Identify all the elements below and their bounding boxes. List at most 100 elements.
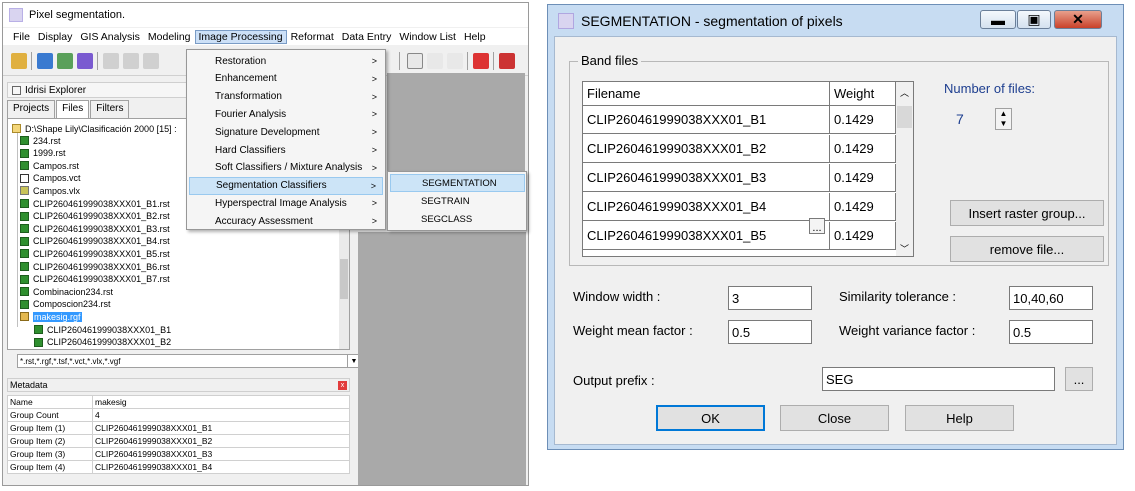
tree-item-label: 1999.rst: [33, 148, 66, 159]
number-of-files-stepper[interactable]: ▲ ▼: [995, 108, 1012, 130]
menu-item-enhancement[interactable]: Enhancement >: [189, 70, 383, 88]
help-button[interactable]: Help: [905, 405, 1014, 431]
weight-mean-factor-input[interactable]: 0.5: [728, 320, 812, 344]
stepper-up-icon[interactable]: ▲: [996, 109, 1011, 119]
grid-cell-weight[interactable]: 0.1429: [830, 164, 896, 192]
menu-item-hard-classifiers[interactable]: Hard Classifiers >: [189, 141, 383, 159]
similarity-tolerance-input[interactable]: 10,40,60: [1009, 286, 1093, 310]
ok-button[interactable]: OK: [656, 405, 765, 431]
window-icon[interactable]: [143, 53, 159, 69]
tree-item[interactable]: CLIP260461999038XXX01_B1: [34, 324, 171, 335]
menu-item-accuracy-assessment[interactable]: Accuracy Assessment >: [189, 212, 383, 230]
layer-icon[interactable]: [77, 53, 93, 69]
grid-cell-filename[interactable]: CLIP260461999038XXX01_B4: [583, 193, 830, 221]
grid-header-filename[interactable]: Filename: [583, 82, 830, 106]
tree-item[interactable]: 1999.rst: [20, 148, 66, 159]
zoom-in-icon[interactable]: [103, 53, 119, 69]
open-icon[interactable]: [11, 53, 27, 69]
tree-item-label: Campos.rst: [33, 160, 80, 171]
browse-file-button[interactable]: ...: [809, 218, 825, 234]
histogram-icon[interactable]: [499, 53, 515, 69]
menu-file[interactable]: File: [9, 30, 34, 44]
stepper-down-icon[interactable]: ▼: [996, 119, 1011, 129]
tab-files[interactable]: Files: [56, 100, 90, 118]
menu-data-entry[interactable]: Data Entry: [338, 30, 396, 44]
submenu-item-segtrain[interactable]: SEGTRAIN: [390, 192, 525, 210]
tree-item[interactable]: Composcion234.rst: [20, 299, 111, 310]
crosshair-icon[interactable]: [407, 53, 423, 69]
tree-item[interactable]: CLIP260461999038XXX01_B3.rst: [20, 223, 170, 234]
menu-display[interactable]: Display: [34, 30, 76, 44]
chevron-up-icon[interactable]: ︿: [896, 86, 913, 99]
grid-scroll-thumb[interactable]: [897, 106, 912, 128]
close-window-button[interactable]: ✕: [1054, 10, 1102, 29]
file-filter-select[interactable]: *.rst,*.rgf,*.tsf,*.vct,*.vlx,*.vgf ▼: [17, 354, 361, 368]
tree-item[interactable]: Combinacion234.rst: [20, 286, 113, 297]
metadata-value: 4: [92, 408, 350, 422]
scissors-icon[interactable]: [427, 53, 443, 69]
menu-image-processing[interactable]: Image Processing: [194, 29, 287, 44]
tree-scroll-thumb[interactable]: [340, 259, 348, 299]
insert-raster-group-button[interactable]: Insert raster group...: [950, 200, 1104, 226]
tree-item[interactable]: Campos.rst: [20, 160, 79, 171]
tree-item[interactable]: CLIP260461999038XXX01_B6.rst: [20, 261, 170, 272]
menu-window-list[interactable]: Window List: [395, 30, 460, 44]
grid-scrollbar[interactable]: ︿ ﹀: [896, 82, 913, 256]
menu-help[interactable]: Help: [460, 30, 490, 44]
grid-cell-filename[interactable]: CLIP260461999038XXX01_B2: [583, 135, 830, 163]
tree-item[interactable]: 234.rst: [20, 135, 61, 146]
tree-item[interactable]: CLIP260461999038XXX01_B2: [34, 337, 171, 348]
chevron-right-icon: >: [371, 91, 377, 102]
tree-item[interactable]: CLIP260461999038XXX01_B5.rst: [20, 248, 170, 259]
close-button[interactable]: Close: [780, 405, 889, 431]
window-width-input[interactable]: 3: [728, 286, 812, 310]
menu-item-transformation[interactable]: Transformation >: [189, 88, 383, 106]
menu-item-hyperspectral-image-analysis[interactable]: Hyperspectral Image Analysis >: [189, 194, 383, 212]
composite-icon[interactable]: [57, 53, 73, 69]
tree-root-folder[interactable]: D:\Shape Lily\Clasificación 2000 [15] :: [12, 123, 177, 134]
tree-item[interactable]: Campos.vlx: [20, 185, 80, 196]
chevron-down-icon[interactable]: ﹀: [896, 242, 913, 255]
remove-file-button[interactable]: remove file...: [950, 236, 1104, 262]
workspace-background-lower: [358, 232, 526, 485]
submenu-item-segclass[interactable]: SEGCLASS: [390, 210, 525, 228]
grid-cell-filename[interactable]: CLIP260461999038XXX01_B3: [583, 164, 830, 192]
grid-header-weight[interactable]: Weight: [830, 82, 896, 106]
tree-item[interactable]: CLIP260461999038XXX01_B4.rst: [20, 236, 170, 247]
menu-reformat[interactable]: Reformat: [287, 30, 338, 44]
grid-cell-weight[interactable]: 0.1429: [830, 193, 896, 221]
zoom-out-icon[interactable]: [123, 53, 139, 69]
menu-modeling[interactable]: Modeling: [144, 30, 195, 44]
grid-cell-filename[interactable]: CLIP260461999038XXX01_B5: [583, 222, 830, 250]
output-prefix-browse-button[interactable]: ...: [1065, 367, 1093, 391]
grid-cell-weight[interactable]: 0.1429: [830, 106, 896, 134]
menu-item-soft-classifiers-mixture-analysis[interactable]: Soft Classifiers / Mixture Analysis >: [189, 159, 383, 177]
menu-item-fourier-analysis[interactable]: Fourier Analysis >: [189, 105, 383, 123]
tree-item[interactable]: CLIP260461999038XXX01_B2.rst: [20, 211, 170, 222]
maximize-button[interactable]: ▣: [1017, 10, 1051, 29]
menu-item-signature-development[interactable]: Signature Development >: [189, 123, 383, 141]
gps-icon[interactable]: [473, 53, 489, 69]
close-icon[interactable]: x: [338, 381, 347, 390]
output-prefix-input[interactable]: SEG: [822, 367, 1055, 391]
grid-cell-weight[interactable]: 0.1429: [830, 135, 896, 163]
minimize-button[interactable]: ▬: [980, 10, 1016, 29]
menu-item-segmentation-classifiers[interactable]: Segmentation Classifiers >: [189, 176, 383, 195]
menu-item-restoration[interactable]: Restoration >: [189, 52, 383, 70]
menu-gis-analysis[interactable]: GIS Analysis: [76, 30, 144, 44]
tree-item[interactable]: makesig.rgf: [20, 311, 82, 322]
tree-item[interactable]: CLIP260461999038XXX01_B7.rst: [20, 274, 170, 285]
submenu-item-segmentation[interactable]: SEGMENTATION: [390, 174, 525, 192]
weight-variance-factor-input[interactable]: 0.5: [1009, 320, 1093, 344]
grid-cell-filename[interactable]: CLIP260461999038XXX01_B1: [583, 106, 830, 134]
display-launcher-icon[interactable]: [37, 53, 53, 69]
arrow-icon[interactable]: [447, 53, 463, 69]
tab-filters[interactable]: Filters: [90, 100, 130, 118]
tab-projects[interactable]: Projects: [7, 100, 56, 118]
minimize-box-icon[interactable]: [12, 85, 21, 95]
tree-item[interactable]: CLIP260461999038XXX01_B1.rst: [20, 198, 170, 209]
grid-cell-weight[interactable]: 0.1429: [830, 222, 896, 250]
similarity-tolerance-label: Similarity tolerance :: [839, 289, 957, 304]
tree-item[interactable]: Campos.vct: [20, 173, 81, 184]
tree-item-label: CLIP260461999038XXX01_B5.rst: [33, 248, 170, 259]
